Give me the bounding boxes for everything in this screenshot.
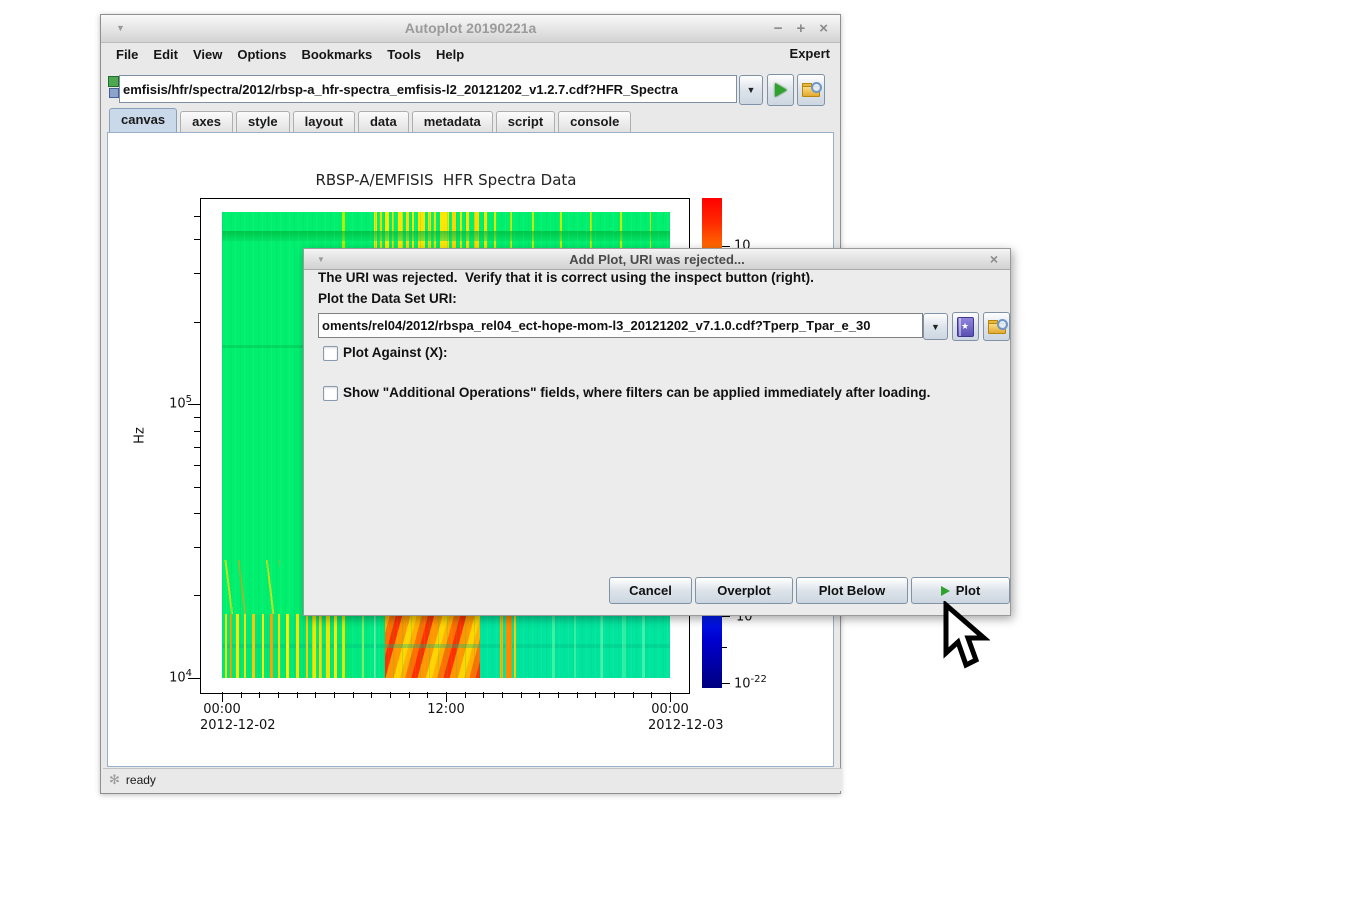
y-tick-1e5: 105 xyxy=(152,394,192,411)
cancel-button[interactable]: Cancel xyxy=(609,577,692,604)
dialog-uri-input[interactable] xyxy=(318,313,923,338)
tab-data[interactable]: data xyxy=(358,111,409,132)
busy-spinner-icon: ✻ xyxy=(109,772,120,788)
x-date-right: 2012-12-03 xyxy=(648,718,724,733)
uri-dropdown-button[interactable]: ▼ xyxy=(739,75,763,105)
chevron-down-icon: ▼ xyxy=(747,85,756,95)
dialog-uri-dropdown-button[interactable]: ▼ xyxy=(923,313,948,340)
tab-metadata[interactable]: metadata xyxy=(412,111,493,132)
menu-help[interactable]: Help xyxy=(429,45,472,64)
tab-script[interactable]: script xyxy=(496,111,555,132)
dialog-close-button[interactable]: × xyxy=(990,251,998,267)
play-icon xyxy=(775,83,787,97)
y-tick-1e4: 104 xyxy=(152,668,192,685)
mouse-cursor-icon xyxy=(938,601,990,671)
menu-view[interactable]: View xyxy=(186,45,230,64)
dialog-title: Add Plot, URI was rejected... xyxy=(304,252,1010,267)
dialog-inspect-button[interactable] xyxy=(983,312,1010,341)
go-plot-button[interactable] xyxy=(767,74,794,106)
menu-file[interactable]: File xyxy=(109,45,146,64)
colorbar-bottom-label: 10-22 xyxy=(734,674,767,691)
plot-below-button[interactable]: Plot Below xyxy=(796,577,908,604)
tab-strip: canvas axes style layout data metadata s… xyxy=(109,109,631,132)
additional-operations-checkbox[interactable] xyxy=(323,386,338,401)
menu-tools[interactable]: Tools xyxy=(380,45,429,64)
overplot-button[interactable]: Overplot xyxy=(695,577,793,604)
tab-style[interactable]: style xyxy=(236,111,290,132)
dialog-message: The URI was rejected. Verify that it is … xyxy=(318,270,814,285)
menu-bar: File Edit View Options Bookmarks Tools H… xyxy=(101,43,840,65)
folder-magnifier-icon xyxy=(988,320,1006,334)
status-bar: ✻ ready xyxy=(103,768,842,791)
play-icon xyxy=(941,586,950,596)
datasource-green-square-icon xyxy=(108,76,119,87)
window-titlebar[interactable]: ▼ Autoplot 20190221a − + × xyxy=(101,15,840,43)
tab-layout[interactable]: layout xyxy=(293,111,355,132)
close-button[interactable]: × xyxy=(819,20,828,37)
tab-canvas[interactable]: canvas xyxy=(109,108,177,132)
status-text: ready xyxy=(126,773,156,787)
menu-edit[interactable]: Edit xyxy=(146,45,186,64)
menu-options[interactable]: Options xyxy=(230,45,294,64)
add-plot-dialog: ▼ Add Plot, URI was rejected... × The UR… xyxy=(303,248,1011,616)
chevron-down-icon: ▼ xyxy=(931,322,940,332)
plot-title: RBSP-A/EMFISIS HFR Spectra Data xyxy=(246,171,646,189)
menu-bookmarks[interactable]: Bookmarks xyxy=(294,45,380,64)
screenshot-page: ▼ Autoplot 20190221a − + × File Edit Vie… xyxy=(0,0,1345,916)
x-date-left: 2012-12-02 xyxy=(200,718,276,733)
x-tick-1200: 12:00 xyxy=(420,702,472,717)
tab-axes[interactable]: axes xyxy=(180,111,233,132)
plot-against-checkbox[interactable] xyxy=(323,346,338,361)
inspect-uri-button[interactable] xyxy=(797,74,825,106)
datasource-blue-square-icon xyxy=(109,88,119,98)
bookmark-book-icon: ★ xyxy=(957,317,974,337)
dialog-bookmark-button[interactable]: ★ xyxy=(952,312,979,341)
dialog-titlebar[interactable]: ▼ Add Plot, URI was rejected... × xyxy=(304,249,1010,270)
plot-against-label: Plot Against (X): xyxy=(343,345,448,360)
window-title: Autoplot 20190221a xyxy=(101,20,840,36)
additional-operations-label: Show "Additional Operations" fields, whe… xyxy=(343,385,930,400)
minimize-button[interactable]: − xyxy=(774,20,783,37)
expert-menu[interactable]: Expert xyxy=(790,46,830,61)
maximize-button[interactable]: + xyxy=(796,20,805,37)
tab-console[interactable]: console xyxy=(558,111,631,132)
folder-magnifier-icon xyxy=(802,83,820,97)
dialog-uri-field-label: Plot the Data Set URI: xyxy=(318,291,457,306)
plot-button[interactable]: Plot xyxy=(911,577,1010,604)
y-axis-title: Hz xyxy=(133,414,148,458)
x-tick-0000-right: 00:00 xyxy=(644,702,696,717)
uri-address-input[interactable] xyxy=(119,75,737,103)
x-tick-0000-left: 00:00 xyxy=(196,702,248,717)
